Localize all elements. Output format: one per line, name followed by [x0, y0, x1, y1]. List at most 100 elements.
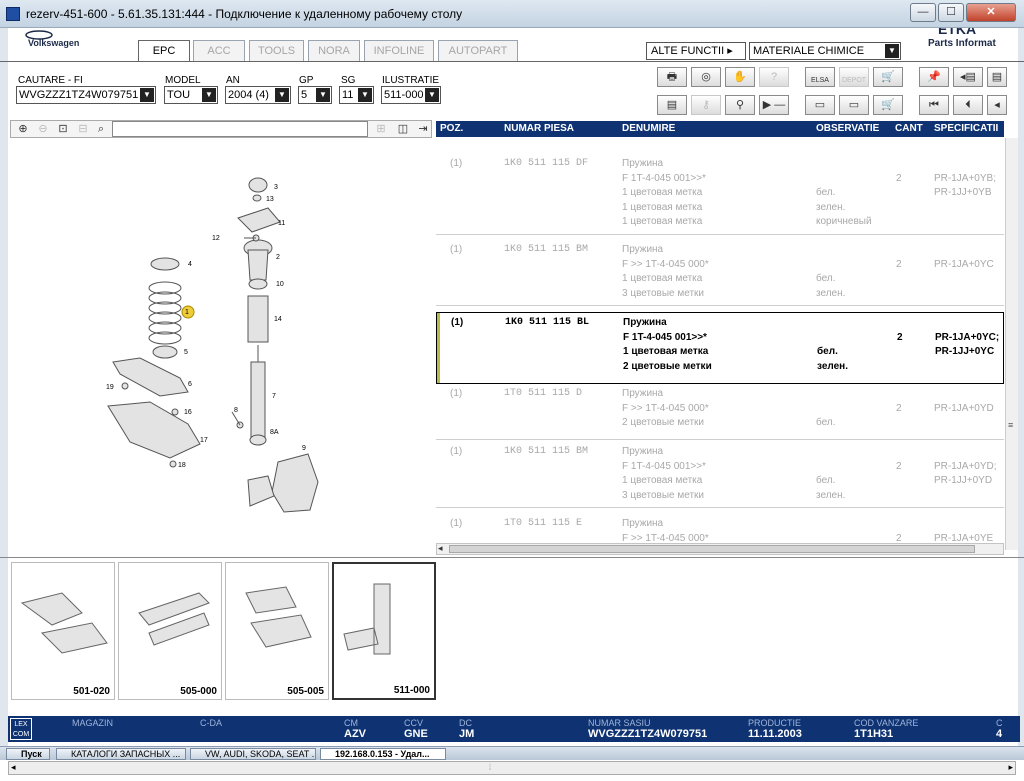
- gp-select[interactable]: 5 ▼: [298, 86, 332, 104]
- col-specificatii[interactable]: SPECIFICATII: [934, 123, 1004, 134]
- chevron-down-icon[interactable]: ▼: [202, 88, 216, 102]
- chevron-down-icon[interactable]: ▼: [316, 88, 330, 102]
- minimize-button[interactable]: —: [910, 3, 936, 22]
- handshake-icon: ✋: [733, 71, 747, 83]
- key-button[interactable]: ⚷: [691, 95, 721, 115]
- thumbnail-505-000[interactable]: 505-000: [118, 562, 222, 700]
- zoom-in-icon[interactable]: ⊕: [15, 122, 31, 136]
- cell-observatie: зелен.: [816, 287, 846, 299]
- cell-poz: (1): [450, 388, 463, 399]
- callout-label: 2: [276, 254, 280, 261]
- table-row[interactable]: (1) 1K0 511 115 BM 2 Пружина F 1T-4-045 001>…: [436, 442, 1004, 508]
- sg-select[interactable]: 11 ▼: [339, 86, 374, 104]
- prev-page-button[interactable]: ⏴: [953, 95, 983, 115]
- cautare-select[interactable]: WVGZZZ1TZ4W079751 ▼: [16, 86, 156, 104]
- tab-epc[interactable]: EPC: [138, 40, 190, 62]
- chevron-down-icon[interactable]: ▼: [275, 88, 289, 102]
- scroll-left-icon[interactable]: ◂: [438, 543, 443, 554]
- table-row[interactable]: (1) 1K0 511 115 BL 2 Пружина F 1T-4-045 001>…: [436, 312, 1004, 384]
- monitor-edit-button[interactable]: ▭: [839, 95, 869, 115]
- callout-label: 8A: [270, 429, 279, 436]
- lexcom-logo: LEX COM: [10, 718, 32, 740]
- cell-poz: (1): [450, 518, 463, 529]
- zoom-region-icon[interactable]: ⊡: [55, 122, 71, 136]
- an-select[interactable]: 2004 (4) ▼: [225, 86, 291, 104]
- cart-add-button[interactable]: 🛒: [873, 95, 903, 115]
- scroll-left-icon[interactable]: ◂: [11, 762, 16, 773]
- taskbar-item-catalog[interactable]: КАТАЛОГИ ЗАПАСНЫХ ...: [56, 748, 186, 760]
- table-row[interactable]: (1) 1K0 511 115 BM 2 Пружина F >> 1T-4-045 0…: [436, 240, 1004, 306]
- depot-button[interactable]: DEPOT: [839, 67, 869, 87]
- cell-part-number: 1T0 511 115 E: [504, 518, 583, 529]
- search-icon[interactable]: ⌕: [93, 122, 109, 136]
- thumbnail-505-005[interactable]: 505-005: [225, 562, 329, 700]
- handshake-button[interactable]: ✋: [725, 67, 755, 87]
- table-row[interactable]: (1) 1K0 511 115 DF 2 Пружина F 1T-4-045 001>…: [436, 154, 1004, 235]
- cell-observatie: бел.: [816, 187, 836, 198]
- table-vertical-scrollbar[interactable]: ≡: [1005, 138, 1018, 550]
- col-observatie[interactable]: OBSERVATIE: [816, 123, 879, 134]
- scroll-grip-icon: ⦙: [489, 762, 492, 772]
- col-cant[interactable]: CANT: [895, 123, 923, 134]
- sg-value: 11: [342, 89, 354, 101]
- cautare-value: WVGZZZ1TZ4W079751: [19, 89, 139, 101]
- prev-item-button[interactable]: ◂: [987, 95, 1007, 115]
- tab-tools[interactable]: TOOLS: [249, 40, 304, 61]
- chevron-down-icon[interactable]: ▼: [358, 88, 372, 102]
- sasiu-label: NUMAR SASIU: [588, 718, 651, 728]
- chevron-down-icon[interactable]: ▼: [885, 44, 899, 58]
- cart-icon: 🛒: [881, 71, 895, 83]
- window-horizontal-scrollbar[interactable]: ◂ ⦙ ▸: [8, 761, 1016, 775]
- maximize-button[interactable]: ☐: [938, 3, 964, 22]
- cda-label: C-DA: [200, 718, 222, 728]
- chevron-down-icon[interactable]: ▼: [425, 88, 439, 102]
- pin-button[interactable]: 📌: [919, 67, 949, 87]
- col-denumire[interactable]: DENUMIRE: [622, 123, 675, 134]
- monitor-button[interactable]: ▭: [805, 95, 835, 115]
- ilustratie-select[interactable]: 511-000 ▼: [381, 86, 441, 104]
- scroll-right-icon[interactable]: ▸: [1008, 762, 1013, 773]
- taskbar-item-remote[interactable]: 192.168.0.153 - Удал...: [320, 748, 446, 760]
- cart-button[interactable]: 🛒: [873, 67, 903, 87]
- thumbnail-511-000[interactable]: 511-000: [332, 562, 436, 700]
- col-numar-piesa[interactable]: NUMAR PIESA: [504, 123, 574, 134]
- print-button[interactable]: 🖶: [657, 67, 687, 87]
- bike-button[interactable]: ⚲: [725, 95, 755, 115]
- illustration-search-input[interactable]: [112, 121, 368, 137]
- close-button[interactable]: ✕: [966, 3, 1016, 22]
- table-row[interactable]: (1) 1T0 511 115 E 2 Пружина F >> 1T-4-045 00…: [436, 514, 1004, 543]
- tab-infoline[interactable]: INFOLINE: [364, 40, 434, 61]
- book-next-button[interactable]: ▤: [987, 67, 1007, 87]
- list-button[interactable]: ▤: [657, 95, 687, 115]
- play-minus-button[interactable]: ▶ —: [759, 95, 789, 115]
- table-row[interactable]: (1) 1T0 511 115 D 2 Пружина F >> 1T-4-045 00…: [436, 384, 1004, 440]
- expand-icon[interactable]: ⇥: [415, 122, 431, 136]
- help-button[interactable]: ?: [759, 67, 789, 87]
- elsa-button[interactable]: ELSA: [805, 67, 835, 87]
- cell-poz: (1): [450, 244, 463, 255]
- first-page-icon: ⏮: [929, 99, 939, 111]
- alte-functii-button[interactable]: ALTE FUNCTII ▸: [646, 42, 746, 60]
- chevron-down-icon[interactable]: ▼: [140, 88, 154, 102]
- tab-nora[interactable]: NORA: [308, 40, 360, 61]
- cell-quantity: 2: [896, 172, 902, 184]
- split-view-icon[interactable]: ◫: [395, 122, 411, 136]
- tab-autopart[interactable]: AUTOPART: [438, 40, 518, 61]
- cell-denumire: 2 цветовые метки: [623, 360, 712, 372]
- disc-button[interactable]: ◎: [691, 67, 721, 87]
- first-page-button[interactable]: ⏮: [919, 95, 949, 115]
- materiale-chimice-select[interactable]: MATERIALE CHIMICE ▼: [749, 42, 901, 60]
- start-button[interactable]: Пуск: [6, 748, 50, 760]
- thumbnail-501-020[interactable]: 501-020: [11, 562, 115, 700]
- zoom-out-icon[interactable]: ⊖: [35, 122, 51, 136]
- zoom-fit-icon[interactable]: ⊟: [75, 122, 91, 136]
- layout-icon[interactable]: ⊞: [373, 122, 389, 136]
- table-horizontal-scroll-thumb[interactable]: [449, 545, 975, 553]
- book-prev-button[interactable]: ◂▤: [953, 67, 983, 87]
- tab-acc[interactable]: ACC: [193, 40, 245, 61]
- taskbar-item-vw-audi[interactable]: VW, AUDI, SKODA, SEAT ...: [190, 748, 316, 760]
- parts-illustration[interactable]: 3 13 11 12 2 4 10 1 14 5 7 6 19 16 8 8A …: [10, 140, 432, 550]
- col-poz[interactable]: POZ.: [440, 123, 463, 134]
- etka-subtitle: Parts Informat: [928, 38, 996, 49]
- model-select[interactable]: TOU ▼: [164, 86, 218, 104]
